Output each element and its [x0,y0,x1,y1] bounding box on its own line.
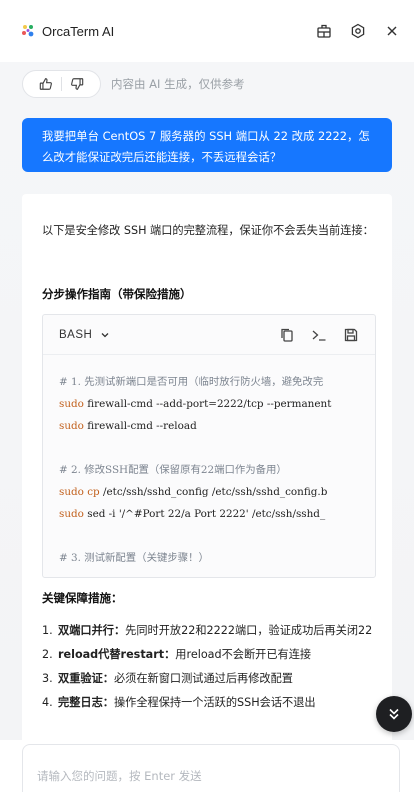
list-body: 先同时开放22和2222端口，验证成功后再关闭22 [125,624,373,637]
list-text: 完整日志：操作全程保持一个活跃的SSH会话不退出 [58,692,316,713]
code-keyword: sudo [59,398,84,410]
list-number: 3. [42,672,53,685]
list-text: 双端口并行：先同时开放22和2222端口，验证成功后再关闭22 [58,620,372,641]
code-comment: # 2. 修改SSH配置（保留原有22端口作为备用） [59,464,287,476]
feedback-row: 内容由 AI 生成，仅供参考 [22,70,245,98]
thumbs-up-button[interactable] [31,77,61,91]
thumbs-up-icon [39,78,52,90]
ai-answer-card: 以下是安全修改 SSH 端口的完整流程，保证你不会丢失当前连接： 分步操作指南（… [22,194,392,740]
list-number: 4. [42,696,53,709]
list-text: 双重验证：必须在新窗口测试通过后再修改配置 [58,668,293,689]
header-actions [314,21,402,41]
list-bold: reload代替restart： [58,648,176,661]
measures-list: 1. 双端口并行：先同时开放22和2222端口，验证成功后再关闭22 2. reloa… [42,620,378,716]
list-bold: 双端口并行： [58,624,126,637]
orca-logo-icon [22,25,34,37]
code-line: # 1. 先测试新端口是否可用（临时放行防火墙，避免改完 [59,371,375,393]
code-language[interactable]: BASH [59,329,92,341]
code-header: BASH [43,315,375,355]
user-message: 我要把单台 CentOS 7 服务器的 SSH 端口从 22 改成 2222，怎… [22,118,392,172]
code-text: /etc/ssh/sshd_config /etc/ssh/sshd_confi… [99,486,328,498]
scroll-to-bottom-button[interactable] [376,696,412,732]
settings-icon[interactable] [348,21,368,41]
code-keyword: sudo [59,420,84,432]
list-text: reload代替restart：用reload不会断开已有连接 [58,644,311,665]
thumbs-down-icon [71,78,84,90]
list-bold: 完整日志： [58,696,114,709]
list-item: 2. reload代替restart：用reload不会断开已有连接 [42,644,378,665]
double-chevron-down-icon [389,708,399,720]
chat-scroll-area[interactable]: 内容由 AI 生成，仅供参考 我要把单台 CentOS 7 服务器的 SSH 端… [0,62,414,740]
list-body: 用reload不会断开已有连接 [175,648,312,661]
code-actions [279,327,359,343]
list-number: 1. [42,624,53,637]
list-body: 操作全程保持一个活跃的SSH会话不退出 [113,696,316,709]
list-item: 3. 双重验证：必须在新窗口测试通过后再修改配置 [42,668,378,689]
code-comment: # 3. 测试新配置（关键步骤！） [59,552,209,564]
save-icon[interactable] [343,327,359,343]
chevron-down-icon[interactable] [100,330,110,340]
copy-icon[interactable] [279,327,295,343]
code-line: sudo firewall-cmd --add-port=2222/tcp --… [59,393,375,415]
code-text: sed -i '/^#Port 22/a Port 2222' /etc/ssh… [83,508,326,520]
thumbs-down-button[interactable] [62,77,92,91]
chat-input[interactable] [23,745,399,792]
code-line: sudo firewall-cmd --reload [59,415,375,437]
list-bold: 双重验证： [58,672,114,685]
app-header: OrcaTerm AI [0,0,414,62]
code-line: sudo sed -i '/^#Port 22/a Port 2222' /et… [59,503,375,525]
app-title: OrcaTerm AI [42,23,115,39]
chat-input-box [22,744,400,792]
list-body: 必须在新窗口测试通过后再修改配置 [113,672,293,685]
close-icon[interactable] [382,21,402,41]
list-number: 2. [42,648,53,661]
panel-icon[interactable] [314,21,334,41]
code-line: sudo cp /etc/ssh/sshd_config /etc/ssh/ss… [59,481,375,503]
code-line: # 2. 修改SSH配置（保留原有22端口作为备用） [59,459,375,481]
feedback-pill [22,70,101,98]
code-keyword: sudo [59,508,84,520]
list-item: 1. 双端口并行：先同时开放22和2222端口，验证成功后再关闭22 [42,620,378,641]
code-text: firewall-cmd --reload [83,420,197,432]
code-block: BASH # 1. 先测试新端口是否可用（临时放行防火墙，避免改完 sudo f… [42,314,376,578]
ai-disclaimer: 内容由 AI 生成，仅供参考 [111,77,245,91]
answer-intro: 以下是安全修改 SSH 端口的完整流程，保证你不会丢失当前连接： [42,224,374,237]
list-item: 4. 完整日志：操作全程保持一个活跃的SSH会话不退出 [42,692,378,713]
measures-heading: 关键保障措施： [42,591,123,605]
terminal-icon[interactable] [311,327,327,343]
code-content[interactable]: # 1. 先测试新端口是否可用（临时放行防火墙，避免改完 sudo firewal… [59,371,375,569]
code-text: firewall-cmd --add-port=2222/tcp --perma… [83,398,332,410]
code-line: # 3. 测试新配置（关键步骤！） [59,547,375,569]
guide-heading: 分步操作指南（带保险措施） [42,287,192,301]
code-comment: # 1. 先测试新端口是否可用（临时放行防火墙，避免改完 [59,376,324,388]
code-keyword: sudo cp [59,486,100,498]
